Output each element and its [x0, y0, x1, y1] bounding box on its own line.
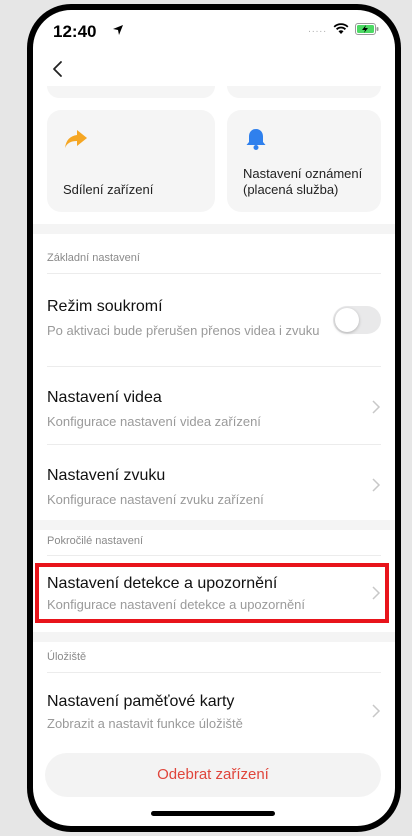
quick-action-card-partial[interactable] — [227, 86, 381, 98]
status-time: 12:40 — [53, 22, 97, 41]
audio-settings-subtitle: Konfigurace nastavení zvuku zařízení — [47, 492, 264, 507]
memory-card-title: Nastavení paměťové karty — [47, 693, 235, 710]
status-bar: 12:40 ..... — [33, 10, 395, 54]
chevron-right-icon — [372, 478, 381, 492]
privacy-mode-toggle[interactable] — [333, 306, 381, 334]
battery-charging-icon — [355, 23, 379, 35]
privacy-mode-title: Režim soukromí — [47, 298, 163, 315]
memory-card-row[interactable]: Nastavení paměťové karty Zobrazit a nast… — [33, 673, 395, 747]
privacy-mode-row: Režim soukromí Po aktivaci bude přerušen… — [33, 274, 395, 356]
section-title-advanced: Pokročilé nastavení — [47, 535, 143, 547]
video-settings-subtitle: Konfigurace nastavení videa zařízení — [47, 414, 261, 429]
video-settings-title: Nastavení videa — [47, 389, 162, 406]
bell-icon — [246, 129, 266, 150]
back-button[interactable] — [43, 54, 73, 84]
status-indicators: ..... — [308, 23, 379, 35]
wifi-icon — [333, 23, 349, 34]
privacy-mode-subtitle: Po aktivaci bude přerušen přenos videa i… — [47, 323, 320, 338]
quick-action-card-partial[interactable] — [47, 86, 215, 98]
chevron-right-icon — [372, 400, 381, 414]
section-gap — [33, 632, 395, 642]
audio-settings-row[interactable]: Nastavení zvuku Konfigurace nastavení zv… — [33, 445, 395, 521]
section-gap — [33, 224, 395, 234]
location-arrow-icon — [113, 25, 123, 35]
share-device-card[interactable]: Sdílení zařízení — [47, 110, 215, 212]
section-gap — [33, 520, 395, 530]
video-settings-row[interactable]: Nastavení videa Konfigurace nastavení vi… — [33, 367, 395, 443]
highlight-box — [35, 563, 389, 623]
share-arrow-icon — [65, 130, 87, 148]
notification-settings-label: Nastavení oznámení (placená služba) — [243, 166, 363, 197]
memory-card-subtitle: Zobrazit a nastavit funkce úložiště — [47, 716, 243, 731]
audio-settings-title: Nastavení zvuku — [47, 467, 166, 484]
section-title-storage: Úložiště — [47, 651, 87, 663]
section-title-basic: Základní nastavení — [47, 252, 140, 264]
share-device-label: Sdílení zařízení — [63, 182, 154, 197]
home-indicator — [151, 811, 275, 816]
notification-settings-card[interactable]: Nastavení oznámení (placená služba) — [227, 110, 381, 212]
signal-dots: ..... — [308, 23, 327, 35]
remove-device-button[interactable]: Odebrat zařízení — [45, 753, 381, 797]
screen: 12:40 ..... Sdílení zařízení Nastavení o… — [33, 10, 395, 826]
toggle-knob — [335, 308, 359, 332]
divider — [47, 555, 381, 556]
chevron-right-icon — [372, 704, 381, 718]
